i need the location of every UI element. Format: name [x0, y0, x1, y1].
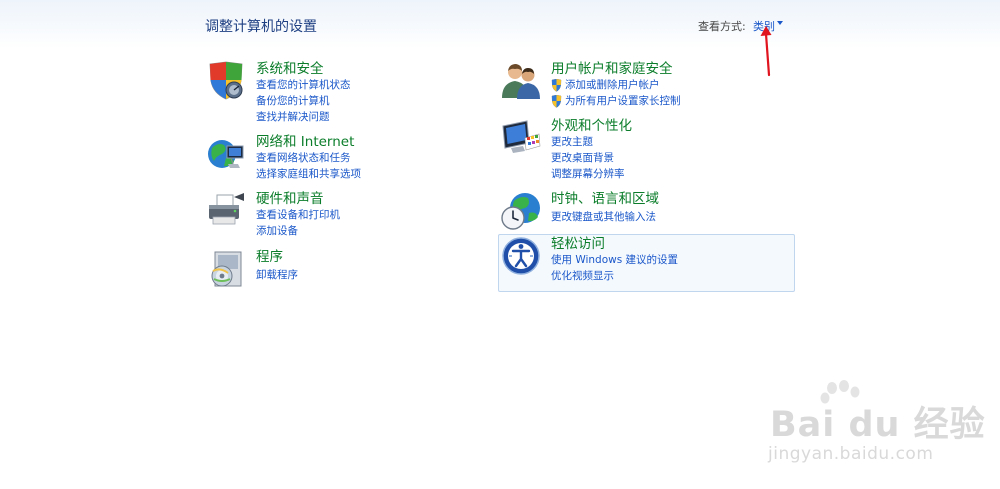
watermark-brand: Bai du 经验	[770, 405, 986, 445]
category-title[interactable]: 时钟、语言和区域	[551, 191, 659, 207]
category-hardware-sound: 硬件和声音 查看设备和打印机 添加设备	[206, 191, 466, 239]
globe-network-icon	[208, 140, 244, 168]
link-add-remove-accounts[interactable]: 添加或删除用户帐户	[565, 78, 660, 92]
link-view-network-status[interactable]: 查看网络状态和任务	[256, 151, 351, 165]
category-title[interactable]: 外观和个性化	[551, 118, 632, 134]
ease-of-access-icon	[502, 237, 540, 275]
category-title[interactable]: 用户帐户和家庭安全	[551, 61, 673, 77]
link-use-windows-recommended[interactable]: 使用 Windows 建议的设置	[551, 253, 678, 267]
link-view-computer-status[interactable]: 查看您的计算机状态	[256, 78, 351, 92]
category-appearance: 外观和个性化 更改主题 更改桌面背景 调整屏幕分辨率	[501, 118, 761, 180]
watermark-url: jingyan.baidu.com	[768, 444, 934, 464]
shield-icon	[209, 61, 243, 100]
programs-icon	[211, 251, 242, 287]
category-system-security: 系统和安全 查看您的计算机状态 备份您的计算机 查找并解决问题	[206, 61, 466, 123]
category-clock-language-region: 时钟、语言和区域 更改键盘或其他输入法	[501, 191, 761, 231]
link-view-devices-printers[interactable]: 查看设备和打印机	[256, 208, 340, 222]
link-uninstall-program[interactable]: 卸载程序	[256, 268, 298, 282]
category-programs: 程序 卸载程序	[206, 249, 466, 289]
link-backup-computer[interactable]: 备份您的计算机	[256, 94, 330, 108]
chevron-down-icon[interactable]	[777, 21, 783, 25]
category-user-accounts: 用户帐户和家庭安全 添加或删除用户帐户 为所有用户设置家长控制	[501, 61, 761, 109]
users-icon	[502, 64, 540, 99]
uac-shield-icon	[551, 79, 562, 92]
monitor-palette-icon	[502, 120, 541, 153]
category-title[interactable]: 系统和安全	[256, 61, 324, 77]
link-change-theme[interactable]: 更改主题	[551, 135, 593, 149]
link-homegroup-sharing[interactable]: 选择家庭组和共享选项	[256, 167, 361, 181]
clock-globe-icon	[501, 193, 540, 230]
link-find-fix-problems[interactable]: 查找并解决问题	[256, 110, 330, 124]
link-adjust-resolution[interactable]: 调整屏幕分辨率	[551, 167, 625, 181]
view-by-label: 查看方式:	[698, 20, 746, 33]
category-title[interactable]: 轻松访问	[551, 236, 605, 252]
category-title[interactable]: 网络和 Internet	[256, 134, 354, 150]
printer-icon	[209, 193, 244, 225]
link-add-device[interactable]: 添加设备	[256, 224, 298, 238]
header-band	[0, 0, 1000, 48]
link-optimize-visual-display[interactable]: 优化视频显示	[551, 269, 614, 283]
category-title[interactable]: 程序	[256, 249, 283, 265]
red-annotation-arrow	[760, 26, 772, 77]
category-ease-of-access: 轻松访问 使用 Windows 建议的设置 优化视频显示	[501, 236, 761, 286]
uac-shield-icon	[551, 95, 562, 108]
page-title: 调整计算机的设置	[205, 19, 317, 35]
category-network-internet: 网络和 Internet 查看网络状态和任务 选择家庭组和共享选项	[206, 134, 466, 182]
link-change-desktop-background[interactable]: 更改桌面背景	[551, 151, 614, 165]
category-title[interactable]: 硬件和声音	[256, 191, 324, 207]
link-change-keyboard-input[interactable]: 更改键盘或其他输入法	[551, 210, 656, 224]
link-parental-controls[interactable]: 为所有用户设置家长控制	[565, 94, 681, 108]
